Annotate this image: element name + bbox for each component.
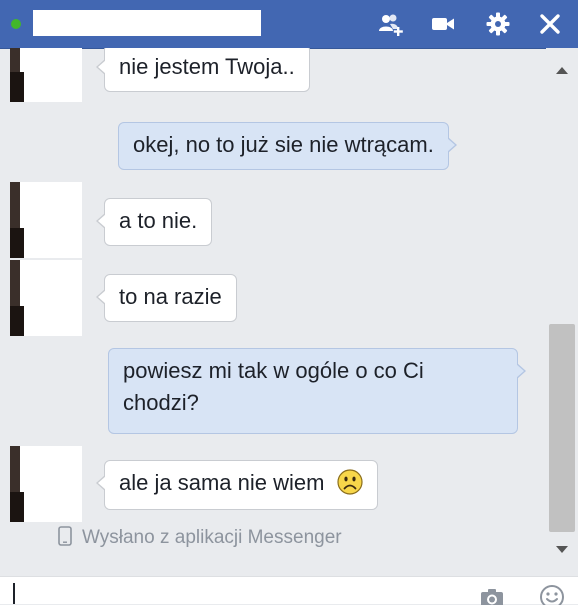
chat-header bbox=[0, 0, 578, 49]
contact-avatar[interactable] bbox=[10, 48, 82, 102]
online-status-dot bbox=[11, 19, 21, 29]
scrollbar[interactable] bbox=[546, 48, 578, 576]
contact-avatar[interactable] bbox=[10, 446, 82, 522]
sad-face-icon bbox=[336, 469, 363, 495]
composer bbox=[0, 576, 578, 605]
message-text: ale ja sama nie wiem bbox=[119, 470, 325, 495]
scrollbar-thumb[interactable] bbox=[549, 324, 575, 532]
incoming-message-bubble: ale ja sama nie wiem bbox=[96, 460, 378, 510]
incoming-message-bubble: a to nie. bbox=[95, 198, 213, 246]
sent-from-text: Wysłano z aplikacji Messenger bbox=[82, 527, 342, 548]
contact-name[interactable] bbox=[33, 10, 261, 36]
gear-icon[interactable] bbox=[484, 10, 512, 38]
outgoing-message-bubble: okej, no to już sie nie wtrącam. bbox=[118, 122, 457, 170]
scroll-up-arrow-icon[interactable] bbox=[554, 64, 570, 76]
reply-input[interactable] bbox=[8, 581, 448, 603]
phone-icon bbox=[58, 526, 72, 546]
incoming-message-bubble: to na razie bbox=[96, 274, 237, 322]
message-text: nie jestem Twoja.. bbox=[119, 54, 295, 79]
contact-avatar[interactable] bbox=[10, 182, 82, 258]
message-text: to na razie bbox=[119, 284, 222, 309]
text-caret bbox=[13, 583, 15, 604]
chat-window: nie jestem Twoja.. okej, no to już sie n… bbox=[0, 0, 578, 605]
close-icon[interactable] bbox=[536, 10, 564, 38]
message-text: okej, no to już sie nie wtrącam. bbox=[133, 132, 434, 157]
camera-icon[interactable] bbox=[478, 583, 506, 605]
emoji-icon[interactable] bbox=[538, 583, 566, 605]
sent-from-label: Wysłano z aplikacji Messenger bbox=[58, 526, 342, 549]
outgoing-message-bubble: powiesz mi tak w ogóle o co Ci chodzi? bbox=[108, 348, 526, 434]
video-call-icon[interactable] bbox=[429, 10, 457, 38]
message-text: powiesz mi tak w ogóle o co Ci chodzi? bbox=[123, 358, 424, 415]
message-text: a to nie. bbox=[119, 208, 198, 233]
scroll-down-arrow-icon[interactable] bbox=[554, 544, 570, 556]
add-friend-icon[interactable] bbox=[377, 10, 405, 38]
contact-avatar[interactable] bbox=[10, 260, 82, 336]
incoming-message-bubble: nie jestem Twoja.. bbox=[96, 48, 310, 92]
message-list[interactable]: nie jestem Twoja.. okej, no to już sie n… bbox=[0, 48, 546, 576]
